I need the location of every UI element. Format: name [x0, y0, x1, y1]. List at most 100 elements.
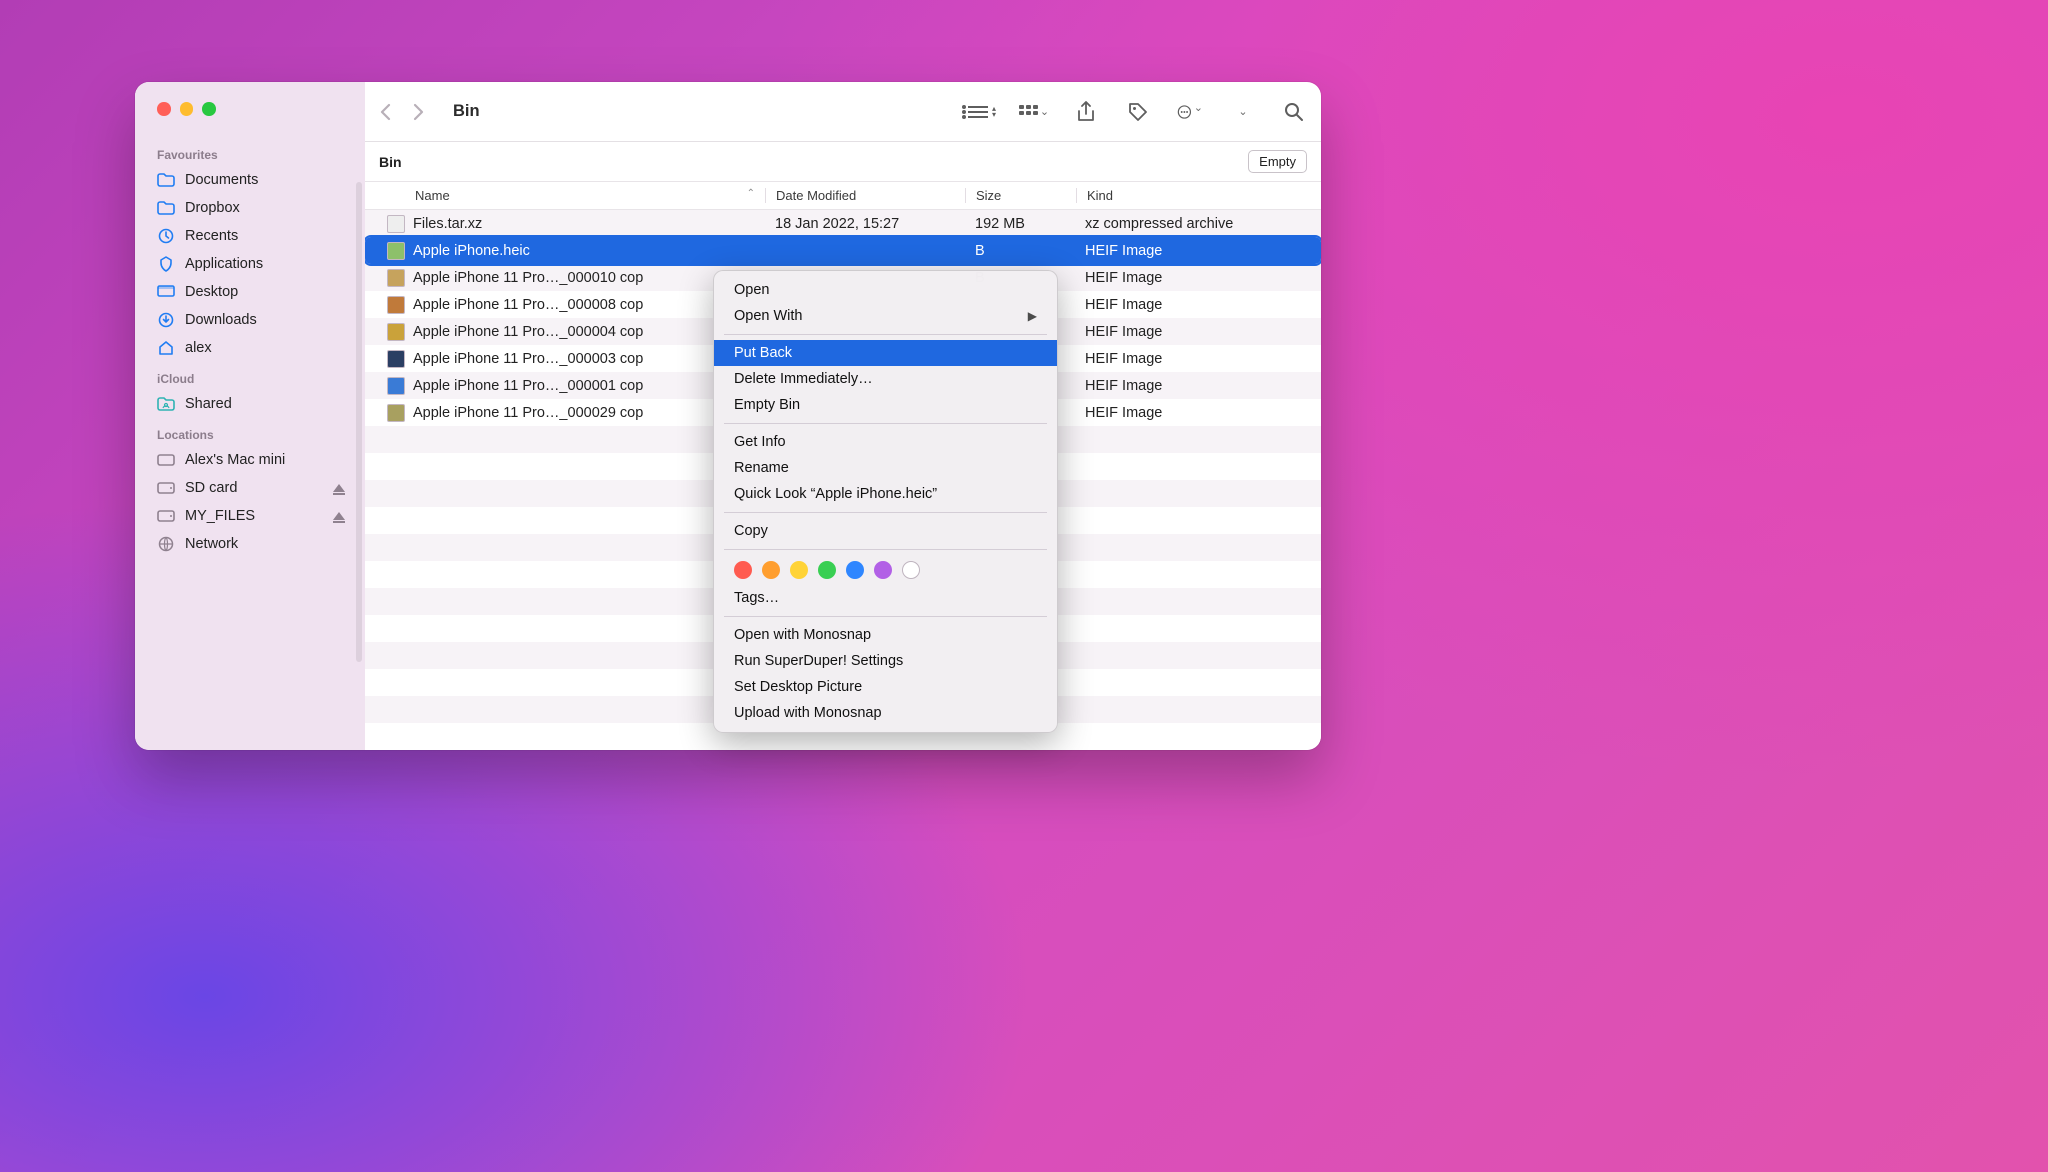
tag-none-button[interactable] — [902, 561, 920, 579]
sidebar-item-dropbox[interactable]: Dropbox — [135, 194, 361, 222]
more-actions-button[interactable]: ⌄ — [1177, 101, 1203, 123]
chevron-down-icon: ⌄ — [1194, 101, 1203, 123]
empty-trash-button[interactable]: Empty — [1248, 150, 1307, 173]
tag-purple-button[interactable] — [874, 561, 892, 579]
sidebar-item-desktop[interactable]: Desktop — [135, 278, 361, 306]
close-window-button[interactable] — [157, 102, 171, 116]
sidebar-item-label: Recents — [185, 228, 238, 244]
search-button[interactable] — [1281, 102, 1307, 122]
menu-item-label: Copy — [734, 523, 768, 539]
menu-item-open[interactable]: Open — [714, 277, 1057, 303]
apps-icon — [157, 256, 175, 272]
file-name: Apple iPhone 11 Pro…_000008 cop — [413, 297, 643, 313]
menu-item-upload-with-monosnap[interactable]: Upload with Monosnap — [714, 700, 1057, 726]
file-size: B — [965, 243, 1075, 259]
menu-separator — [724, 334, 1047, 335]
nav-forward-button[interactable] — [413, 103, 443, 121]
menu-item-empty-bin[interactable]: Empty Bin — [714, 392, 1057, 418]
share-button[interactable] — [1073, 101, 1099, 123]
sidebar: FavouritesDocumentsDropboxRecentsApplica… — [135, 82, 365, 750]
menu-item-label: Run SuperDuper! Settings — [734, 653, 903, 669]
table-row[interactable]: Apple iPhone.heicBHEIF Image — [365, 237, 1321, 264]
menu-item-open-with-monosnap[interactable]: Open with Monosnap — [714, 622, 1057, 648]
home-icon — [157, 340, 175, 356]
menu-item-copy[interactable]: Copy — [714, 518, 1057, 544]
column-header-kind[interactable]: Kind — [1077, 188, 1321, 203]
menu-item-label: Delete Immediately… — [734, 371, 873, 387]
menu-item-label: Tags… — [734, 590, 779, 606]
sidebar-item-alex[interactable]: alex — [135, 334, 361, 362]
folder-icon — [157, 201, 175, 215]
file-kind: HEIF Image — [1075, 297, 1321, 313]
file-name: Apple iPhone.heic — [413, 243, 530, 259]
sidebar-item-downloads[interactable]: Downloads — [135, 306, 361, 334]
menu-item-label: Put Back — [734, 345, 792, 361]
file-size: 192 MB — [965, 216, 1075, 232]
menu-separator — [724, 616, 1047, 617]
menu-item-label: Upload with Monosnap — [734, 705, 882, 721]
menu-item-label: Empty Bin — [734, 397, 800, 413]
shared-icon — [157, 397, 175, 411]
file-kind: HEIF Image — [1075, 378, 1321, 394]
column-header-size[interactable]: Size — [966, 188, 1076, 203]
breadcrumb: Bin — [379, 154, 402, 170]
sort-caret-icon: ⌃ — [747, 188, 755, 199]
menu-separator — [724, 549, 1047, 550]
desktop-icon — [157, 285, 175, 299]
tag-blue-button[interactable] — [846, 561, 864, 579]
menu-item-label: Open With — [734, 308, 803, 324]
nav-back-button[interactable] — [379, 103, 409, 121]
menu-item-tags[interactable]: Tags… — [714, 585, 1057, 611]
file-name: Apple iPhone 11 Pro…_000001 cop — [413, 378, 643, 394]
clock-icon — [157, 228, 175, 244]
menu-item-label: Open with Monosnap — [734, 627, 871, 643]
menu-item-label: Rename — [734, 460, 789, 476]
menu-item-run-superduper-settings[interactable]: Run SuperDuper! Settings — [714, 648, 1057, 674]
eject-icon[interactable] — [333, 484, 345, 492]
menu-item-label: Quick Look “Apple iPhone.heic” — [734, 486, 937, 502]
zoom-window-button[interactable] — [202, 102, 216, 116]
file-kind: xz compressed archive — [1075, 216, 1321, 232]
sidebar-item-shared[interactable]: Shared — [135, 390, 361, 418]
toolbar-overflow-button[interactable]: ⌄ — [1229, 105, 1255, 118]
column-header-date[interactable]: Date Modified — [766, 188, 965, 203]
tag-green-button[interactable] — [818, 561, 836, 579]
table-row[interactable]: Files.tar.xz18 Jan 2022, 15:27192 MBxz c… — [365, 210, 1321, 237]
sidebar-item-alex-s-mac-mini[interactable]: Alex's Mac mini — [135, 446, 361, 474]
column-header-name[interactable]: Name ⌃ — [365, 188, 765, 203]
sidebar-item-recents[interactable]: Recents — [135, 222, 361, 250]
sidebar-item-my-files[interactable]: MY_FILES — [135, 502, 361, 530]
sidebar-item-network[interactable]: Network — [135, 530, 361, 558]
file-kind: HEIF Image — [1075, 405, 1321, 421]
listview-icon — [968, 106, 988, 118]
menu-item-set-desktop-picture[interactable]: Set Desktop Picture — [714, 674, 1057, 700]
menu-item-rename[interactable]: Rename — [714, 455, 1057, 481]
file-kind: HEIF Image — [1075, 270, 1321, 286]
chevron-down-icon: ⌄ — [1040, 105, 1049, 118]
toolbar: Bin ▴▾ ⌄ ⌄ — [365, 82, 1321, 142]
menu-item-open-with[interactable]: Open With▶ — [714, 303, 1057, 329]
file-thumb-icon — [387, 377, 405, 395]
file-name: Files.tar.xz — [413, 216, 482, 232]
menu-item-delete-immediately[interactable]: Delete Immediately… — [714, 366, 1057, 392]
tag-orange-button[interactable] — [762, 561, 780, 579]
view-as-list-button[interactable]: ▴▾ — [969, 106, 995, 118]
sidebar-item-documents[interactable]: Documents — [135, 166, 361, 194]
minimize-window-button[interactable] — [180, 102, 194, 116]
tag-yellow-button[interactable] — [790, 561, 808, 579]
folder-icon — [157, 173, 175, 187]
eject-icon[interactable] — [333, 512, 345, 520]
menu-item-get-info[interactable]: Get Info — [714, 429, 1057, 455]
menu-item-quick-look-apple-iphone-heic[interactable]: Quick Look “Apple iPhone.heic” — [714, 481, 1057, 507]
sidebar-item-applications[interactable]: Applications — [135, 250, 361, 278]
tags-button[interactable] — [1125, 101, 1151, 123]
window-title: Bin — [453, 102, 480, 121]
menu-item-put-back[interactable]: Put Back — [714, 340, 1057, 366]
file-name: Apple iPhone 11 Pro…_000029 cop — [413, 405, 643, 421]
sidebar-item-label: Desktop — [185, 284, 238, 300]
sidebar-item-sd-card[interactable]: SD card — [135, 474, 361, 502]
file-name: Apple iPhone 11 Pro…_000003 cop — [413, 351, 643, 367]
group-by-button[interactable]: ⌄ — [1021, 105, 1047, 118]
file-thumb-icon — [387, 215, 405, 233]
tag-red-button[interactable] — [734, 561, 752, 579]
